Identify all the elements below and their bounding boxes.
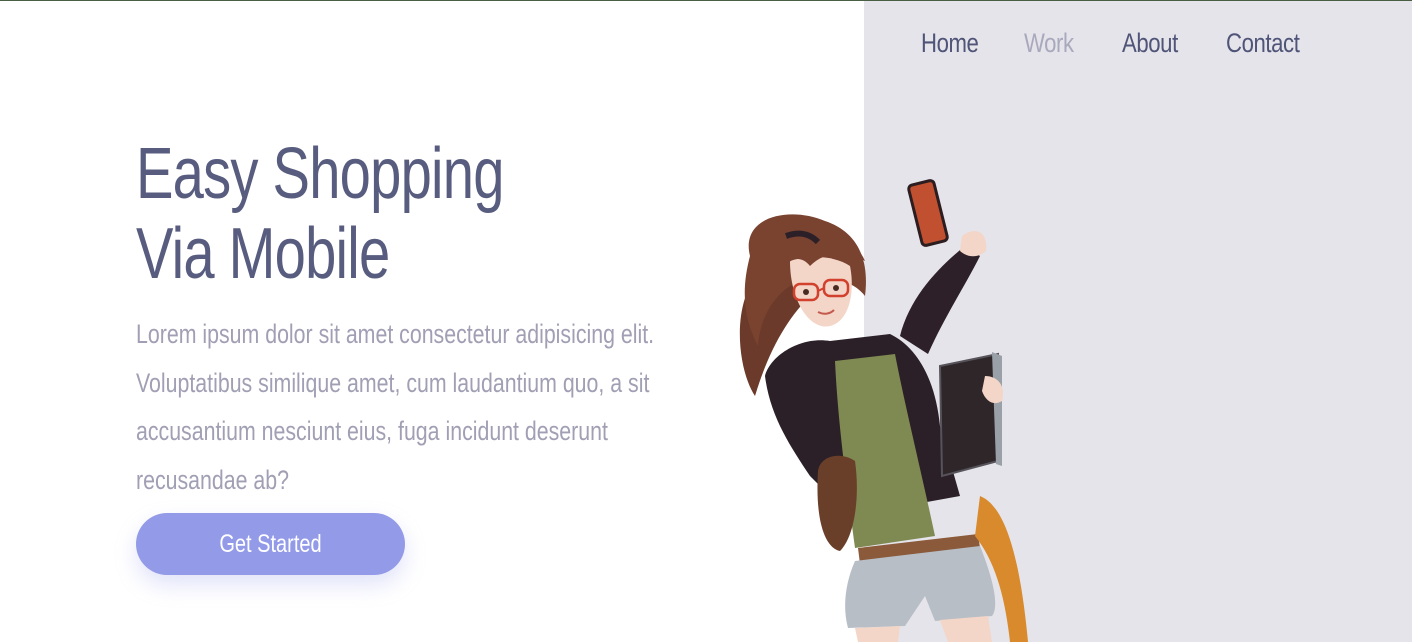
get-started-label: Get Started	[219, 530, 322, 558]
hero-title-line-1: Easy Shopping	[136, 134, 504, 214]
nav-about-link[interactable]: About	[1122, 28, 1178, 59]
nav-contact-link[interactable]: Contact	[1226, 28, 1300, 59]
hero-description: Lorem ipsum dolor sit amet consectetur a…	[136, 319, 655, 495]
anime-girl-selfie-illustration	[739, 179, 1028, 642]
hero-title-line-2: Via Mobile	[136, 214, 390, 294]
nav-home-link[interactable]: Home	[921, 28, 979, 59]
get-started-button[interactable]: Get Started	[136, 513, 405, 575]
nav-work-link[interactable]: Work	[1024, 28, 1074, 59]
main-nav: Home Work About Contact	[0, 28, 1412, 68]
hero-title: Easy Shopping Via Mobile	[136, 134, 542, 294]
